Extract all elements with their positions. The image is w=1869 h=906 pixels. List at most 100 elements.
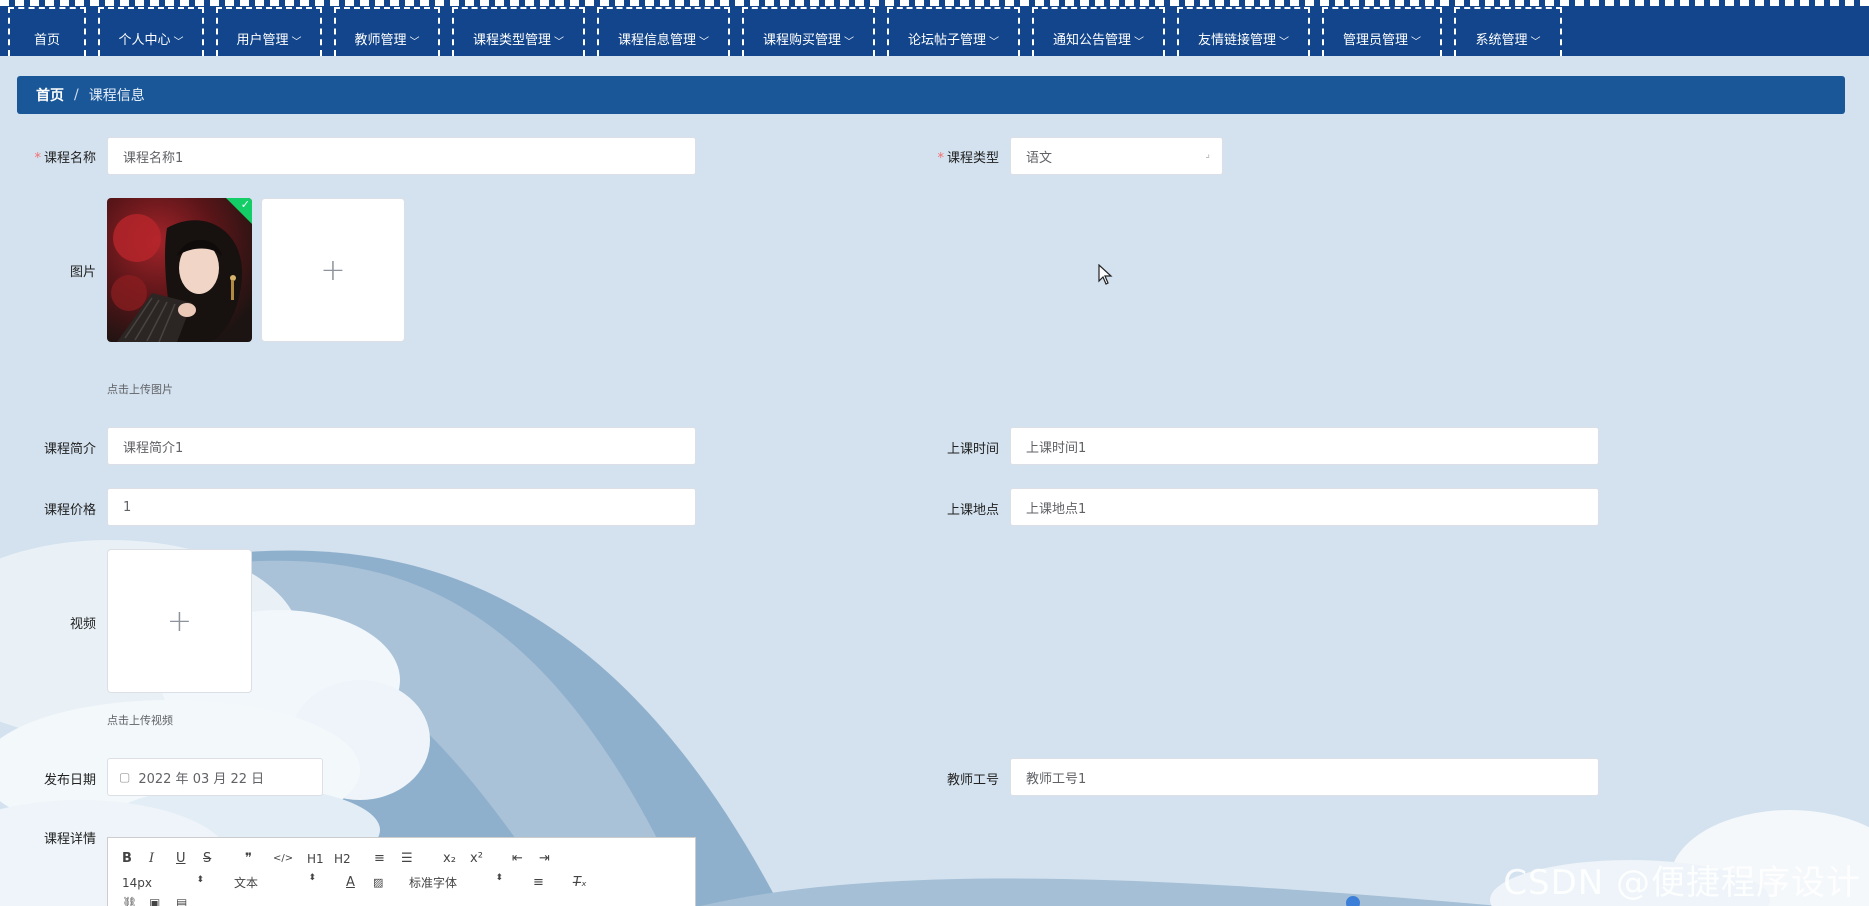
nav-item-label: 通知公告管理	[1052, 33, 1131, 48]
bullet-list-icon[interactable]: ☰	[401, 851, 443, 866]
breadcrumb-separator: /	[74, 87, 79, 103]
intro-label: 课程简介	[16, 438, 96, 457]
input-value: 上课时间1	[1026, 440, 1087, 456]
nav-item-label: 用户管理	[236, 33, 289, 48]
code-block-icon[interactable]: </>	[273, 853, 307, 864]
intro-input[interactable]: 课程简介1	[107, 427, 696, 465]
image-upload-button[interactable]: +	[261, 198, 405, 342]
header-2-icon[interactable]: H2	[334, 852, 374, 866]
header-1-icon[interactable]: H1	[307, 852, 334, 866]
input-value: 上课地点1	[1026, 501, 1087, 517]
ordered-list-icon[interactable]: ≡	[374, 851, 401, 866]
nav-item-notice-management[interactable]: 通知公告管理 ﹀	[1032, 7, 1165, 56]
label-text: 课程详情	[43, 832, 96, 847]
editor-toolbar-row-3: ⛓ ▣ ▤	[122, 896, 203, 906]
nav-item-link-management[interactable]: 友情链接管理 ﹀	[1177, 7, 1310, 56]
price-input[interactable]: 1	[107, 488, 696, 526]
text-type-select[interactable]: 文本 ⬍	[234, 873, 316, 891]
course-type-label: * 课程类型	[919, 147, 999, 166]
publish-date-picker[interactable]: ▢ 2022 年 03 月 22 日	[107, 758, 323, 796]
text-type-value: 文本	[234, 876, 259, 890]
publish-date-label: 发布日期	[16, 769, 96, 788]
plus-icon: +	[320, 252, 346, 288]
course-type-select[interactable]: 语文 ⌟	[1010, 137, 1223, 175]
align-icon[interactable]: ≡	[533, 875, 573, 890]
nav-item-label: 管理员管理	[1342, 33, 1408, 48]
breadcrumb: 首页 / 课程信息	[17, 76, 1845, 114]
label-text: 课程价格	[43, 503, 96, 518]
indent-icon[interactable]: ⇥	[539, 851, 566, 866]
nav-item-home[interactable]: 首页	[8, 7, 86, 56]
nav-item-personal-center[interactable]: 个人中心 ﹀	[98, 7, 204, 56]
check-icon: ✓	[240, 198, 250, 211]
nav-item-course-purchase-management[interactable]: 课程购买管理 ﹀	[742, 7, 875, 56]
video-icon[interactable]: ▤	[176, 896, 203, 906]
csdn-watermark: CSDN @便捷程序设计	[1503, 863, 1861, 903]
chevron-down-icon: ﹀	[173, 37, 184, 48]
video-upload-button[interactable]: +	[107, 549, 252, 693]
nav-item-label: 教师管理	[354, 33, 407, 48]
nav-item-label: 课程购买管理	[762, 33, 841, 48]
updown-arrow-icon: ⬍	[495, 873, 503, 883]
uploaded-image-thumbnail[interactable]: ✓	[107, 198, 252, 342]
chevron-down-icon: ﹀	[699, 37, 709, 48]
breadcrumb-home[interactable]: 首页	[36, 85, 64, 105]
nav-dashed-border	[0, 0, 1869, 6]
label-text: 上课时间	[946, 442, 999, 457]
subscript-icon[interactable]: x₂	[443, 851, 470, 866]
font-size-select[interactable]: 14px ⬍	[122, 875, 204, 890]
class-time-input[interactable]: 上课时间1	[1010, 427, 1599, 465]
label-text: 上课地点	[946, 503, 999, 518]
blockquote-icon[interactable]: ❞	[245, 851, 273, 866]
font-color-icon[interactable]: A	[346, 875, 373, 890]
breadcrumb-current: 课程信息	[88, 88, 145, 104]
italic-icon[interactable]: I	[149, 851, 176, 866]
select-arrow-icon: ⌟	[1205, 149, 1210, 160]
nav-item-forum-management[interactable]: 论坛帖子管理 ﹀	[887, 7, 1020, 56]
nav-item-user-management[interactable]: 用户管理 ﹀	[216, 7, 322, 56]
nav-item-label: 论坛帖子管理	[907, 33, 986, 48]
image-label: 图片	[16, 261, 96, 280]
video-upload-hint: 点击上传视频	[107, 714, 173, 727]
teacher-no-input[interactable]: 教师工号1	[1010, 758, 1599, 796]
label-text: 图片	[69, 265, 96, 280]
superscript-icon[interactable]: x²	[470, 851, 512, 866]
image-icon[interactable]: ▣	[149, 896, 176, 906]
rich-text-editor[interactable]: B I U S ❞ </> H1 H2 ≡ ☰ x₂ x² ⇤ ⇥ 14px ⬍ …	[107, 837, 696, 906]
font-family-select[interactable]: 标准字体 ⬍	[409, 873, 503, 891]
nav-item-teacher-management[interactable]: 教师管理 ﹀	[334, 7, 440, 56]
outdent-icon[interactable]: ⇤	[512, 851, 539, 866]
nav-item-label: 系统管理	[1475, 33, 1528, 48]
nav-item-course-info-management[interactable]: 课程信息管理 ﹀	[597, 7, 730, 56]
mouse-pointer-icon	[1098, 264, 1113, 285]
chevron-down-icon: ﹀	[1134, 37, 1144, 48]
input-value: 教师工号1	[1026, 771, 1087, 787]
bold-icon[interactable]: B	[122, 851, 149, 866]
nav-item-label: 个人中心	[118, 33, 171, 48]
chevron-down-icon: ﹀	[291, 37, 302, 48]
nav-item-course-type-management[interactable]: 课程类型管理 ﹀	[452, 7, 585, 56]
nav-item-admin-management[interactable]: 管理员管理 ﹀	[1322, 7, 1442, 56]
clear-format-icon[interactable]: T̶ₓ	[573, 875, 587, 890]
chevron-down-icon: ﹀	[554, 37, 564, 48]
nav-item-label: 首页	[33, 33, 60, 48]
nav-item-system-management[interactable]: 系统管理 ﹀	[1454, 7, 1562, 56]
label-text: 视频	[69, 617, 96, 632]
font-size-value: 14px	[122, 875, 152, 890]
link-icon[interactable]: ⛓	[122, 896, 149, 906]
class-place-label: 上课地点	[919, 499, 999, 518]
course-name-input[interactable]: 课程名称1	[107, 137, 696, 175]
date-value: 2022 年 03 月 22 日	[138, 771, 265, 787]
chevron-down-icon: ﹀	[989, 37, 999, 48]
plus-icon: +	[166, 603, 193, 639]
background-color-icon[interactable]: ▨	[373, 876, 409, 889]
chevron-down-icon: ﹀	[409, 37, 420, 48]
underline-icon[interactable]: U	[176, 851, 203, 866]
select-value: 语文	[1026, 150, 1053, 166]
label-text: 课程名称	[43, 151, 96, 166]
class-place-input[interactable]: 上课地点1	[1010, 488, 1599, 526]
chevron-down-icon: ﹀	[844, 37, 854, 48]
label-text: 发布日期	[43, 773, 96, 788]
strikethrough-icon[interactable]: S	[203, 851, 245, 866]
nav-item-label: 友情链接管理	[1197, 33, 1276, 48]
